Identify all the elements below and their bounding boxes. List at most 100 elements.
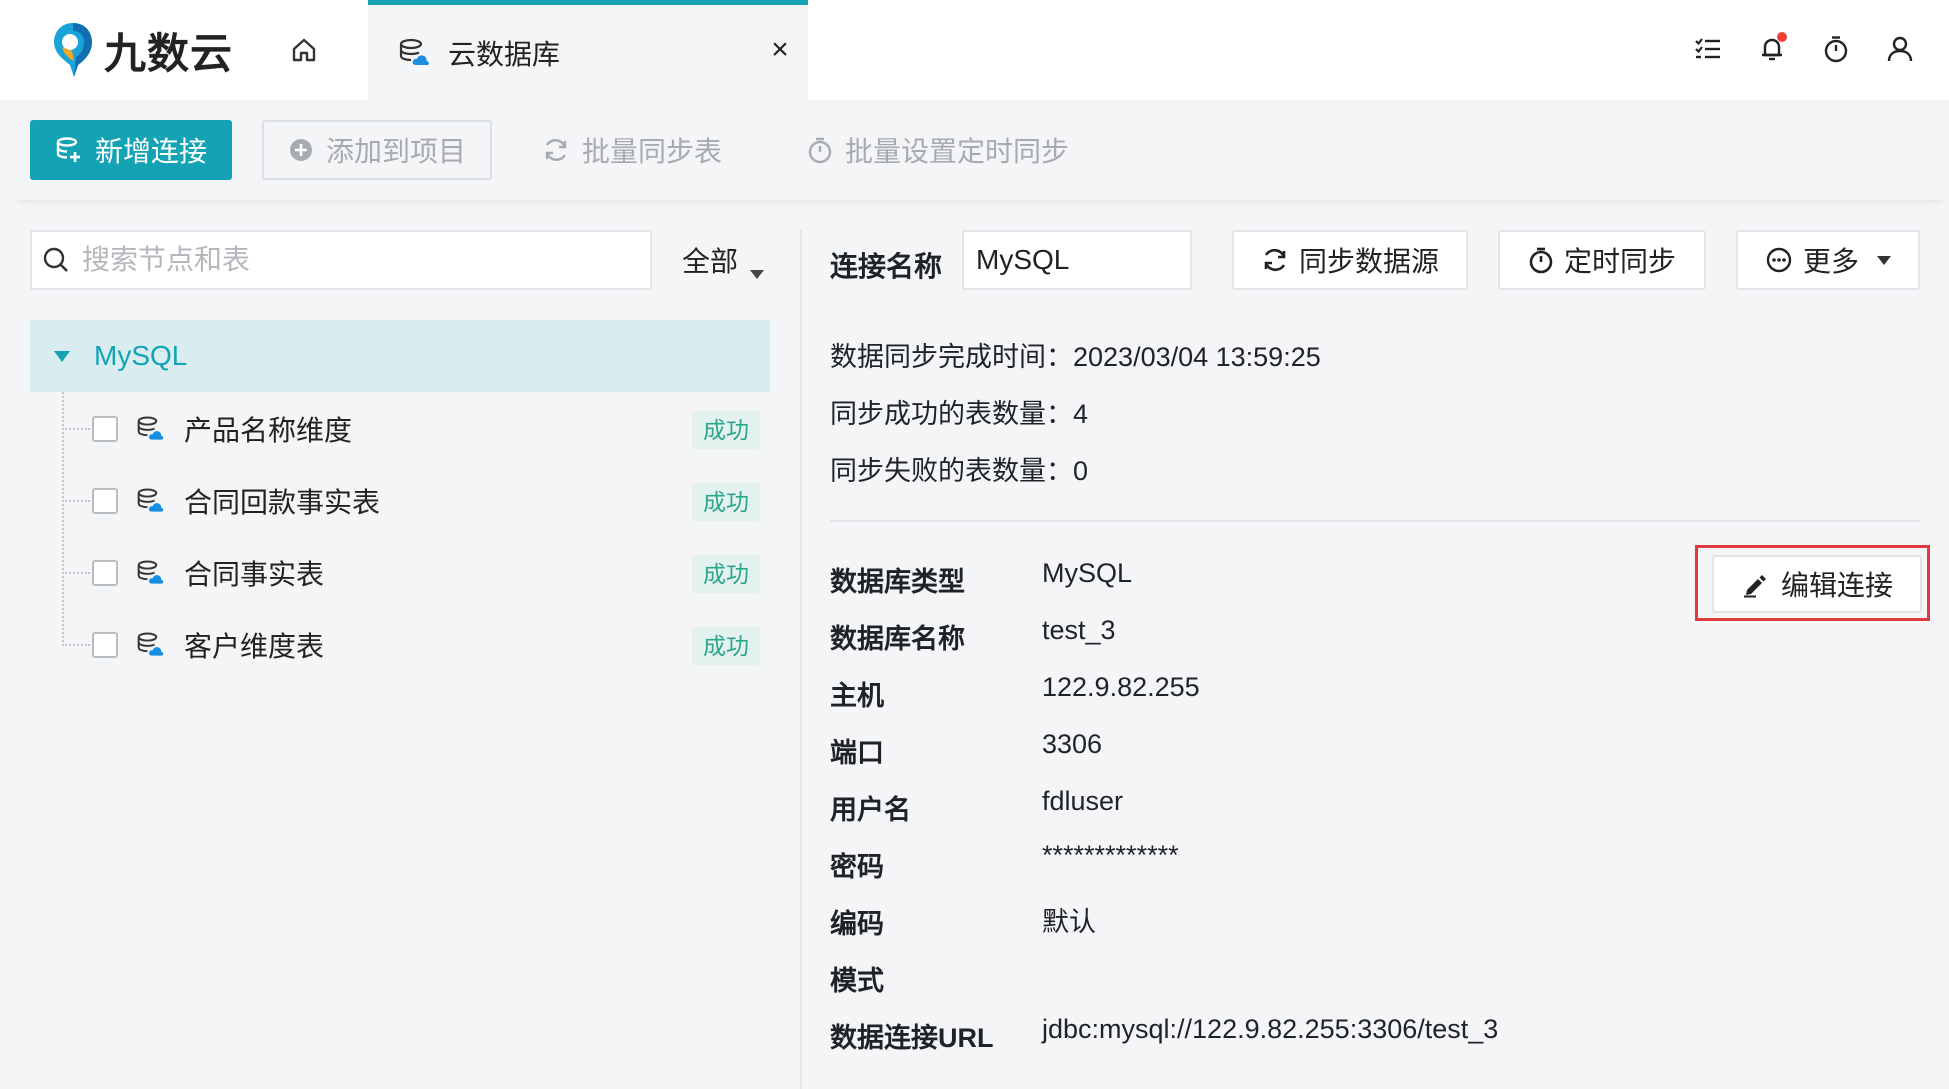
- status-badge: 成功: [692, 483, 760, 521]
- batch-schedule-button[interactable]: 批量设置定时同步: [807, 120, 1069, 180]
- prop-label-url: 数据连接URL: [830, 1023, 994, 1053]
- app-logo[interactable]: 九数云: [50, 18, 233, 82]
- logo-mark-icon: [50, 19, 96, 81]
- scheduled-sync-button[interactable]: 定时同步: [1498, 230, 1706, 290]
- panel-divider: [800, 230, 802, 1089]
- tab-close-icon[interactable]: ×: [764, 33, 796, 67]
- stopwatch-icon: [808, 137, 832, 164]
- table-name: 客户维度表: [184, 631, 325, 662]
- table-name: 合同回款事实表: [184, 487, 381, 518]
- prop-label-port: 端口: [830, 738, 884, 768]
- table-checkbox[interactable]: [92, 416, 118, 442]
- tree-item[interactable]: 合同事实表 成功: [30, 537, 770, 609]
- prop-label-encoding: 编码: [830, 909, 884, 939]
- cloud-table-icon: [136, 486, 166, 516]
- toolbar: 新增连接 添加到项目 批量同步表 批量设置定时同步: [12, 100, 1949, 200]
- connection-name-input[interactable]: [962, 230, 1192, 290]
- prop-value-port: 3306: [1042, 729, 1103, 759]
- tab-cloud-database[interactable]: 云数据库 ×: [368, 0, 808, 100]
- expand-arrow-icon: [54, 350, 70, 362]
- new-connection-label: 新增连接: [94, 136, 207, 167]
- connection-tree-panel: 全部 MySQL 产品名称维度 成功: [0, 200, 800, 1089]
- prop-label-schema: 模式: [830, 966, 884, 996]
- task-list-icon[interactable]: [1689, 30, 1727, 68]
- new-connection-button[interactable]: 新增连接: [30, 120, 232, 180]
- tree-item[interactable]: 产品名称维度 成功: [30, 393, 770, 465]
- user-icon[interactable]: [1881, 30, 1919, 68]
- status-badge: 成功: [692, 411, 760, 449]
- prop-value-encoding: 默认: [1042, 907, 1096, 937]
- cloud-table-icon: [136, 630, 166, 660]
- notification-dot: [1777, 32, 1787, 42]
- sync-success-count: 同步成功的表数量：4: [830, 399, 1089, 429]
- connection-name-label: 连接名称: [830, 251, 943, 282]
- tree-guide-branch: [62, 428, 90, 430]
- sync-complete-time: 数据同步完成时间：2023/03/04 13:59:25: [830, 342, 1321, 372]
- plus-circle-icon: [289, 139, 312, 161]
- more-label: 更多: [1802, 246, 1859, 277]
- sync-datasource-button[interactable]: 同步数据源: [1232, 230, 1468, 290]
- tab-label: 云数据库: [448, 39, 561, 70]
- search-icon: [43, 247, 68, 272]
- batch-schedule-label: 批量设置定时同步: [845, 136, 1070, 167]
- home-icon: [292, 38, 316, 62]
- search-box: [30, 230, 652, 290]
- tree-guide-branch: [62, 500, 90, 502]
- prop-value-password: *************: [1042, 840, 1179, 870]
- refresh-icon: [545, 139, 567, 161]
- timer-icon[interactable]: [1817, 30, 1855, 68]
- filter-value: 全部: [682, 246, 739, 277]
- prop-value-db-name: test_3: [1042, 615, 1116, 645]
- prop-value-db-type: MySQL: [1042, 558, 1133, 588]
- tree-root-label: MySQL: [94, 340, 188, 371]
- more-circle-icon: [1766, 247, 1792, 273]
- caret-down-icon: [750, 270, 765, 279]
- prop-value-username: fdluser: [1042, 786, 1124, 816]
- more-button[interactable]: 更多: [1736, 230, 1920, 290]
- cloud-database-icon: [398, 37, 432, 74]
- database-add-icon: [56, 137, 80, 162]
- sync-fail-count: 同步失败的表数量：0: [830, 456, 1089, 486]
- tree-root-mysql[interactable]: MySQL: [30, 320, 770, 392]
- prop-label-db-name: 数据库名称: [830, 624, 965, 654]
- prop-label-username: 用户名: [830, 795, 911, 825]
- table-name: 产品名称维度: [184, 415, 353, 446]
- prop-label-host: 主机: [830, 681, 884, 711]
- edit-pen-icon: [1743, 575, 1766, 598]
- status-badge: 成功: [692, 555, 760, 593]
- tree-item[interactable]: 客户维度表 成功: [30, 609, 770, 681]
- tree-guide-branch: [62, 572, 90, 574]
- edit-connection-label: 编辑连接: [1780, 570, 1893, 601]
- scheduled-sync-label: 定时同步: [1563, 246, 1676, 277]
- tree-guide-branch: [62, 644, 90, 646]
- logo-text: 九数云: [104, 29, 234, 77]
- batch-sync-button[interactable]: 批量同步表: [542, 120, 722, 180]
- table-checkbox[interactable]: [92, 488, 118, 514]
- table-checkbox[interactable]: [92, 632, 118, 658]
- prop-label-password: 密码: [830, 852, 884, 882]
- status-badge: 成功: [692, 627, 760, 665]
- refresh-icon: [1264, 248, 1286, 272]
- caret-down-icon: [1877, 255, 1891, 265]
- add-to-project-label: 添加到项目: [325, 136, 466, 167]
- prop-value-url: jdbc:mysql://122.9.82.255:3306/test_3: [1042, 1014, 1499, 1044]
- stopwatch-icon: [1529, 247, 1553, 274]
- tree-item[interactable]: 合同回款事实表 成功: [30, 465, 770, 537]
- table-checkbox[interactable]: [92, 560, 118, 586]
- table-name: 合同事实表: [184, 559, 325, 590]
- prop-label-db-type: 数据库类型: [830, 567, 965, 597]
- cloud-table-icon: [136, 558, 166, 588]
- home-tab[interactable]: [282, 32, 326, 68]
- edit-connection-button[interactable]: 编辑连接: [1712, 555, 1922, 613]
- sync-datasource-label: 同步数据源: [1298, 246, 1439, 277]
- search-input[interactable]: [82, 244, 622, 276]
- batch-sync-label: 批量同步表: [582, 136, 723, 167]
- top-icon-group: [1689, 30, 1919, 68]
- top-bar: 九数云 云数据库 ×: [0, 0, 1949, 100]
- cloud-table-icon: [136, 414, 166, 444]
- filter-select[interactable]: 全部: [682, 240, 765, 280]
- prop-value-host: 122.9.82.255: [1042, 672, 1200, 702]
- bell-icon[interactable]: [1753, 30, 1791, 68]
- section-divider: [830, 520, 1920, 522]
- add-to-project-button[interactable]: 添加到项目: [262, 120, 492, 180]
